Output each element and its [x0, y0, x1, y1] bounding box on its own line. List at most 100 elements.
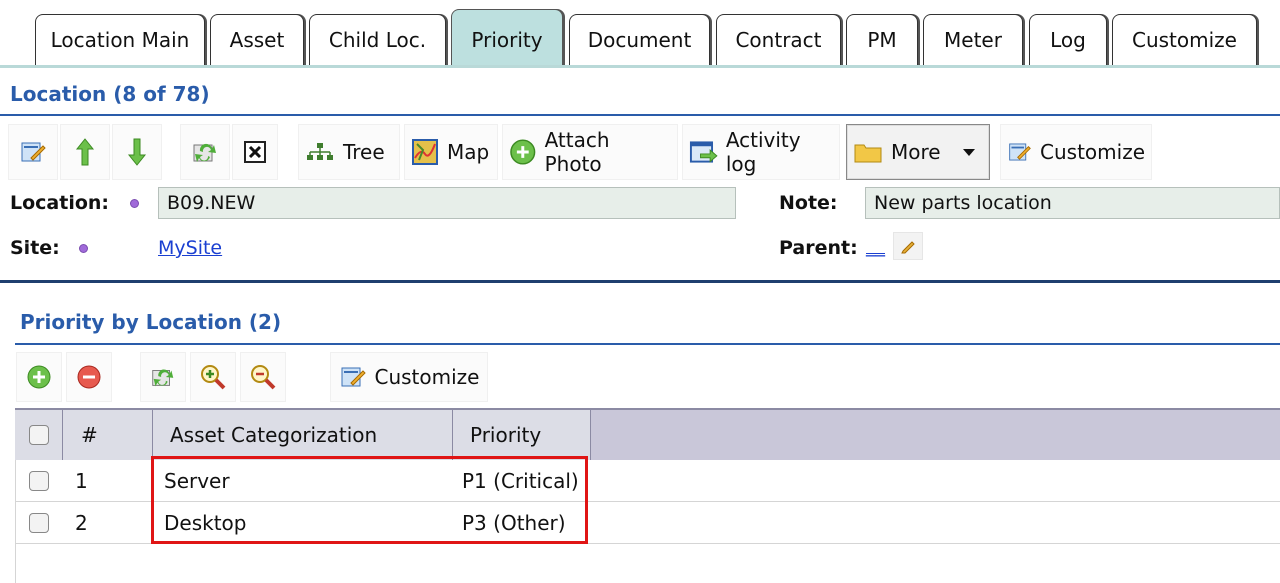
select-all-checkbox[interactable] [28, 425, 49, 445]
refresh-button[interactable] [180, 124, 230, 180]
tab-log[interactable]: Log [1029, 14, 1107, 66]
arrow-up-icon [75, 138, 95, 166]
tab-priority[interactable]: Priority [451, 9, 563, 67]
more-label: More [891, 140, 941, 164]
form-divider [0, 280, 1280, 283]
row-priority: P1 (Critical) [462, 469, 579, 493]
map-label: Map [447, 140, 490, 164]
edit-icon [21, 142, 46, 162]
activity-log-button[interactable]: Activity log [682, 124, 840, 180]
location-title-divider [0, 114, 1280, 116]
grid-customize-label: Customize [374, 365, 480, 389]
caret-down-icon [962, 149, 975, 156]
tab-label: Document [587, 28, 692, 52]
location-title: Location (8 of 78) [10, 82, 210, 106]
tab-underline [0, 65, 1280, 68]
move-up-button[interactable] [60, 124, 110, 180]
grid-header: # Asset Categorization Priority [15, 408, 1280, 460]
tab-bar: Location Main Asset Child Loc. Priority … [0, 0, 1280, 67]
priority-title-divider [15, 343, 1280, 345]
tab-label: Meter [944, 28, 1002, 52]
move-down-button[interactable] [112, 124, 162, 180]
map-button[interactable]: Map [404, 124, 498, 180]
grid-refresh-button[interactable] [140, 352, 186, 402]
tab-label: Location Main [50, 28, 190, 52]
activity-log-icon [689, 141, 718, 163]
attach-photo-button[interactable]: Attach Photo [502, 124, 678, 180]
row-checkbox[interactable] [29, 513, 49, 533]
table-row[interactable]: 1 Server P1 (Critical) [15, 460, 1280, 502]
customize-icon [341, 367, 366, 387]
more-dropdown-button[interactable]: More [846, 124, 990, 180]
zoom-out-button[interactable] [240, 352, 286, 402]
location-label: Location: [10, 192, 110, 214]
arrow-down-icon [127, 138, 147, 166]
tab-location-main[interactable]: Location Main [35, 14, 205, 66]
select-all-column [15, 410, 63, 460]
row-category: Desktop [164, 511, 247, 535]
column-header-priority[interactable]: Priority [453, 410, 591, 460]
tree-label: Tree [343, 140, 385, 164]
refresh-icon [152, 369, 174, 387]
close-icon [244, 141, 266, 163]
zoom-in-icon [201, 365, 226, 390]
delete-button[interactable] [232, 124, 278, 180]
row-select-cell [29, 460, 49, 502]
tab-label: PM [867, 28, 897, 52]
row-select-cell [29, 502, 49, 544]
required-indicator-icon [130, 199, 139, 208]
row-checkbox[interactable] [29, 471, 49, 491]
note-field[interactable]: New parts location [865, 187, 1280, 219]
tab-asset[interactable]: Asset [210, 14, 304, 66]
parent-label: Parent: [779, 237, 858, 259]
priority-section-title: Priority by Location (2) [20, 310, 282, 334]
customize-button[interactable]: Customize [1000, 124, 1152, 180]
row-category: Server [164, 469, 230, 493]
row-number: 2 [75, 511, 88, 535]
customize-icon [1009, 143, 1031, 161]
customize-label: Customize [1040, 140, 1145, 164]
row-priority: P3 (Other) [462, 511, 566, 535]
grid-customize-button[interactable]: Customize [330, 352, 488, 402]
location-field[interactable]: B09.NEW [158, 187, 736, 219]
map-icon [412, 139, 438, 165]
tab-label: Contract [735, 28, 822, 52]
tab-child-loc[interactable]: Child Loc. [309, 14, 446, 66]
parent-link[interactable]: __ [866, 235, 885, 257]
add-circle-icon [510, 139, 536, 165]
folder-icon [854, 144, 882, 163]
zoom-in-button[interactable] [190, 352, 236, 402]
tab-label: Asset [229, 28, 285, 52]
edit-button[interactable] [8, 124, 58, 180]
tab-label: Customize [1132, 28, 1237, 52]
remove-row-button[interactable] [66, 352, 112, 402]
column-header-asset-categorization[interactable]: Asset Categorization [153, 410, 453, 460]
remove-icon [77, 365, 101, 389]
add-icon [27, 365, 51, 389]
tab-label: Log [1050, 28, 1086, 52]
table-row[interactable]: 2 Desktop P3 (Other) [15, 502, 1280, 544]
tab-customize[interactable]: Customize [1112, 14, 1257, 66]
tree-icon [307, 143, 333, 160]
refresh-icon [193, 143, 216, 162]
site-label: Site: [10, 237, 60, 259]
tree-button[interactable]: Tree [298, 124, 400, 180]
tab-meter[interactable]: Meter [923, 14, 1023, 66]
tab-label: Child Loc. [328, 28, 427, 52]
row-number: 1 [75, 469, 88, 493]
required-indicator-icon [79, 244, 88, 253]
grid-left-border [15, 460, 16, 583]
attach-photo-label: Attach Photo [544, 128, 610, 176]
add-row-button[interactable] [16, 352, 62, 402]
site-link[interactable]: MySite [158, 237, 222, 259]
tab-pm[interactable]: PM [846, 14, 918, 66]
zoom-out-icon [251, 365, 276, 390]
tab-contract[interactable]: Contract [716, 14, 841, 66]
pencil-icon [901, 241, 915, 254]
tab-label: Priority [471, 28, 543, 52]
edit-parent-button[interactable] [893, 232, 923, 260]
activity-log-label: Activity log [725, 128, 801, 176]
note-label: Note: [779, 192, 838, 214]
tab-document[interactable]: Document [569, 14, 710, 66]
column-header-number[interactable]: # [63, 410, 153, 460]
